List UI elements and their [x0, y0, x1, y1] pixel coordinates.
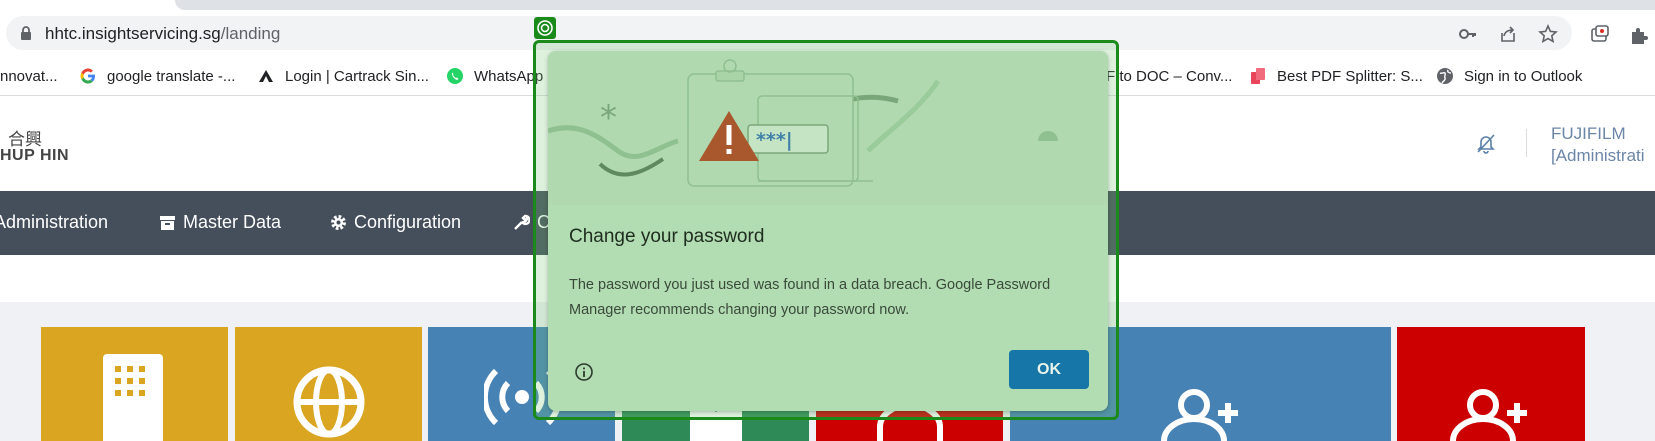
bookmark-label: google translate -... [107, 67, 236, 85]
bell-off-icon[interactable] [1475, 132, 1497, 154]
nav-administration[interactable]: Administration [0, 212, 108, 233]
bookmark-outlook[interactable]: Sign in to Outlook [1436, 66, 1582, 86]
dialog-title: Change your password [569, 226, 765, 247]
bookmark-pdf-to-doc[interactable]: F to DOC – Conv... [1106, 66, 1232, 86]
nav-label: Administration [0, 212, 109, 232]
password-warning-illustration: * ***| [548, 51, 1108, 205]
bookmark-label: Login | Cartrack Sin... [285, 67, 429, 85]
user-menu[interactable]: FUJIFILM [Administrati [1551, 123, 1645, 167]
user-company: FUJIFILM [1551, 124, 1626, 143]
bookmark-innovat[interactable]: nnovat... [0, 66, 58, 86]
logo-text: HUP HIN [0, 147, 69, 164]
whatsapp-icon [447, 68, 463, 84]
target-marker-icon [534, 17, 556, 39]
password-mask-text: ***| [756, 129, 793, 151]
building-icon [103, 354, 163, 441]
bookmark-google-translate[interactable]: google translate -... [79, 66, 235, 86]
tile-globe[interactable] [235, 327, 422, 441]
password-breach-dialog: * ***| Change your password The password… [548, 51, 1108, 411]
tab-strip [175, 0, 1655, 10]
gear-icon [331, 215, 346, 230]
user-role: [Administrati [1551, 146, 1645, 165]
nav-label: Master Data [183, 212, 282, 232]
extension-badge-icon[interactable] [1589, 24, 1611, 46]
puzzle-icon[interactable] [1628, 24, 1650, 46]
bookmark-pdf-splitter[interactable]: Best PDF Splitter: S... [1249, 66, 1423, 86]
info-icon[interactable] [574, 362, 594, 382]
bookmark-label: Sign in to Outlook [1464, 67, 1583, 85]
dialog-highlight: * ***| Change your password The password… [533, 40, 1119, 420]
bookmark-label: F to DOC – Conv... [1106, 67, 1233, 85]
google-icon [80, 68, 95, 84]
tile-buildings[interactable] [41, 327, 228, 441]
bookmark-cartrack[interactable]: Login | Cartrack Sin... [257, 66, 429, 86]
bookmark-whatsapp[interactable]: WhatsApp [446, 66, 543, 86]
add-user-icon [1161, 389, 1238, 441]
url-text[interactable]: hhtc.insightservicing.sg/landing [45, 24, 280, 44]
lock-icon[interactable] [18, 25, 34, 41]
header-divider [1526, 129, 1527, 157]
svg-text:*: * [600, 98, 617, 138]
pdf-icon [1251, 68, 1265, 84]
star-icon[interactable] [1538, 24, 1558, 44]
bookmark-label: Best PDF Splitter: S... [1277, 67, 1423, 85]
cartrack-icon [259, 70, 273, 82]
globe-icon [1437, 68, 1453, 84]
tile-add-user-red[interactable] [1397, 327, 1585, 441]
add-user-icon [1450, 389, 1527, 441]
globe-icon [293, 366, 365, 438]
archive-icon [160, 216, 175, 230]
wrench-icon [514, 214, 530, 230]
key-icon[interactable] [1458, 24, 1478, 44]
url-path: /landing [220, 24, 281, 43]
ok-button[interactable]: OK [1009, 350, 1089, 389]
nav-master-data[interactable]: Master Data [159, 212, 281, 233]
nav-label: Configuration [354, 212, 462, 232]
url-host: hhtc.insightservicing.sg [45, 24, 221, 43]
nav-configuration[interactable]: Configuration [330, 212, 461, 233]
share-icon[interactable] [1498, 24, 1518, 44]
dialog-message: The password you just used was found in … [569, 277, 1051, 318]
bookmark-label: nnovat... [0, 67, 58, 85]
